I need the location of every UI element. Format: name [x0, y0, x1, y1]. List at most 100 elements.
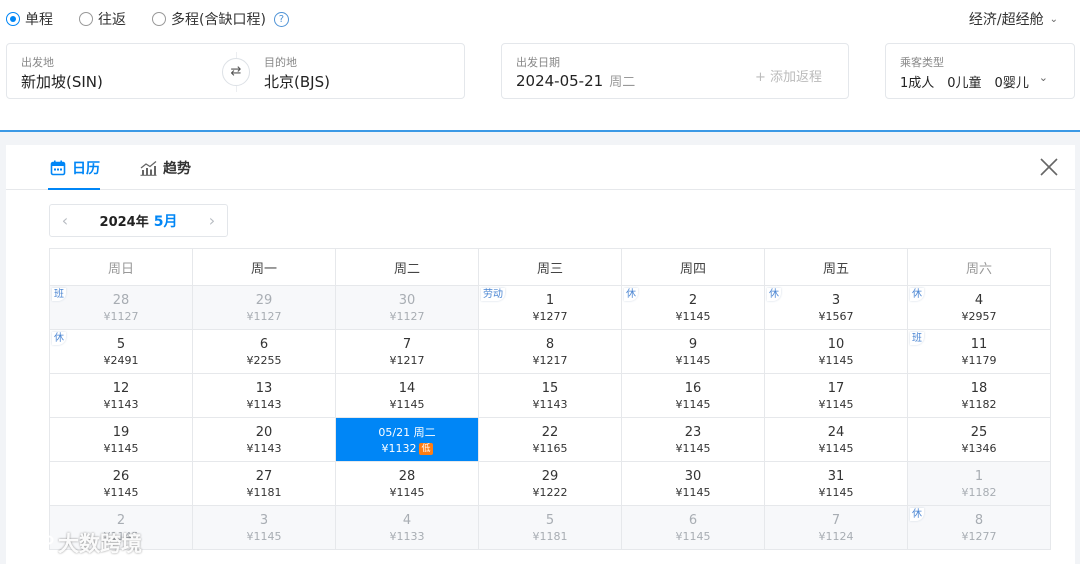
calendar-day[interactable]: 6 ¥1145 [621, 505, 765, 550]
calendar-day[interactable]: 休 2 ¥1145 [621, 285, 765, 330]
price-value: ¥2957 [961, 310, 997, 323]
calendar-day[interactable]: 4 ¥1133 [335, 505, 479, 550]
calendar-day[interactable]: 29 ¥1127 [192, 285, 336, 330]
day-number: 3 [259, 513, 269, 528]
price-value: ¥1145 [818, 442, 854, 455]
price-value: ¥2255 [246, 354, 282, 367]
calendar-day[interactable]: 7 ¥1217 [335, 329, 479, 374]
calendar-day[interactable]: 14 ¥1145 [335, 373, 479, 418]
tab-trend[interactable]: 趋势 [140, 158, 191, 178]
trip-type-multicity[interactable]: 多程(含缺口程) [152, 9, 266, 29]
add-return-button[interactable]: + 添加返程 [755, 66, 822, 85]
price-value: ¥1143 [103, 398, 139, 411]
calendar-day[interactable]: 7 ¥1124 [764, 505, 908, 550]
calendar-day[interactable]: 9 ¥1145 [621, 329, 765, 374]
from-field[interactable]: 出发地 新加坡(SIN) [7, 44, 236, 100]
price-value: ¥1127 [103, 310, 139, 323]
calendar-day[interactable]: 26 ¥1145 [49, 461, 193, 506]
calendar-day[interactable]: 30 ¥1127 [335, 285, 479, 330]
search-bar: 单程 往返 多程(含缺口程) ? 经济/超经舱 ⌄ 出发地 新加坡(SIN) 目… [0, 0, 1080, 131]
calendar-day[interactable]: 休 4 ¥2957 [907, 285, 1051, 330]
calendar-day[interactable]: 劳动 1 ¥1277 [478, 285, 622, 330]
calendar-day[interactable]: 休 3 ¥1567 [764, 285, 908, 330]
price-value: ¥1179 [961, 354, 997, 367]
tab-calendar[interactable]: 日历 [48, 158, 100, 190]
calendar-day[interactable]: 18 ¥1182 [907, 373, 1051, 418]
day-price: ¥1181 [479, 530, 621, 544]
day-price: ¥1143 [50, 398, 192, 412]
calendar-day[interactable]: 5 ¥1181 [478, 505, 622, 550]
calendar-day[interactable]: 17 ¥1145 [764, 373, 908, 418]
radio-icon [79, 12, 93, 26]
calendar-day[interactable]: 23 ¥1145 [621, 417, 765, 462]
day-price: ¥1145 [622, 442, 764, 456]
calendar-day[interactable]: 10 ¥1145 [764, 329, 908, 374]
day-number: 19 [112, 425, 130, 440]
calendar-day[interactable]: 29 ¥1222 [478, 461, 622, 506]
day-number: 5 [545, 513, 555, 528]
chevron-left-icon[interactable]: ‹ [50, 211, 80, 230]
route-field: 出发地 新加坡(SIN) 目的地 北京(BJS) ⇄ [6, 43, 465, 99]
calendar-day[interactable]: 13 ¥1143 [192, 373, 336, 418]
month-text: 5月 [153, 213, 178, 230]
price-value: ¥1222 [532, 486, 568, 499]
calendar-day[interactable]: 班 28 ¥1127 [49, 285, 193, 330]
price-value: ¥1143 [532, 398, 568, 411]
calendar-day[interactable]: 19 ¥1145 [49, 417, 193, 462]
close-icon[interactable] [1039, 157, 1059, 177]
trip-type-oneway[interactable]: 单程 [6, 9, 53, 29]
price-value: ¥1127 [389, 310, 425, 323]
calendar-day[interactable]: 22 ¥1165 [478, 417, 622, 462]
day-number: 05/21 周二 [378, 426, 436, 439]
help-icon[interactable]: ? [273, 11, 289, 27]
to-field[interactable]: 目的地 北京(BJS) [237, 44, 465, 100]
passenger-type-field[interactable]: 乘客类型 1成人 0儿童 0婴儿 ⌄ [885, 43, 1075, 99]
day-number: 3 [831, 293, 841, 308]
cabin-select[interactable]: 经济/超经舱 ⌄ [969, 9, 1058, 29]
chevron-right-icon[interactable]: › [197, 211, 227, 230]
calendar-day[interactable]: 16 ¥1145 [621, 373, 765, 418]
day-number: 4 [402, 513, 412, 528]
day-number: 7 [402, 337, 412, 352]
price-value: ¥1567 [818, 310, 854, 323]
day-number: 10 [827, 337, 845, 352]
calendar-day[interactable]: 1 ¥1182 [907, 461, 1051, 506]
passenger-label: 乘客类型 [900, 56, 944, 69]
calendar-week-row: 19 ¥1145 20 ¥1143 05/21 周二 ¥1132 低 22 ¥1165 23 ¥11… [49, 417, 1051, 462]
calendar-day[interactable]: 28 ¥1145 [335, 461, 479, 506]
calendar-day[interactable]: 休 8 ¥1277 [907, 505, 1051, 550]
calendar-day[interactable]: 休 5 ¥2491 [49, 329, 193, 374]
calendar-day[interactable]: 8 ¥1217 [478, 329, 622, 374]
calendar-day[interactable]: 班 11 ¥1179 [907, 329, 1051, 374]
day-price: ¥1145 [622, 398, 764, 412]
day-price: ¥1145 [765, 486, 907, 500]
calendar-day[interactable]: 15 ¥1143 [478, 373, 622, 418]
day-price: ¥1143 [479, 398, 621, 412]
calendar-day[interactable]: 20 ¥1143 [192, 417, 336, 462]
departure-date-field[interactable]: 出发日期 2024-05-21 周二 + 添加返程 [501, 43, 849, 99]
calendar-grid: 周日 周一 周二 周三 周四 周五 周六 班 28 ¥1127 29 ¥1127 30 ¥1… [49, 248, 1051, 550]
calendar-day[interactable]: 30 ¥1145 [621, 461, 765, 506]
calendar-day[interactable]: 25 ¥1346 [907, 417, 1051, 462]
day-price: ¥1277 [479, 310, 621, 324]
trip-type-roundtrip[interactable]: 往返 [79, 9, 126, 29]
logo-icon [8, 532, 54, 553]
calendar-day[interactable]: 6 ¥2255 [192, 329, 336, 374]
tab-label: 日历 [72, 161, 100, 177]
month-navigator: ‹ 2024年 5月 › [49, 204, 228, 237]
day-number: 17 [827, 381, 845, 396]
calendar-week-row: 2 ¥1145 3 ¥1145 4 ¥1133 5 ¥1181 6 ¥1145 7 ¥1124 休 8 ¥1… [49, 505, 1051, 550]
calendar-week-row: 班 28 ¥1127 29 ¥1127 30 ¥1127 劳动 1 ¥1277 休 2 ¥1145 休 3 ¥… [49, 285, 1051, 330]
calendar-day[interactable]: 12 ¥1143 [49, 373, 193, 418]
price-value: ¥1145 [103, 442, 139, 455]
calendar-day[interactable]: 31 ¥1145 [764, 461, 908, 506]
day-price: ¥1145 [193, 530, 335, 544]
price-value: ¥1165 [532, 442, 568, 455]
calendar-day[interactable]: 3 ¥1145 [192, 505, 336, 550]
price-value: ¥1145 [675, 354, 711, 367]
weekday-header: 周一 [192, 248, 336, 286]
calendar-day[interactable]: 27 ¥1181 [192, 461, 336, 506]
calendar-day[interactable]: 24 ¥1145 [764, 417, 908, 462]
swap-icon[interactable]: ⇄ [222, 58, 250, 86]
calendar-day-selected[interactable]: 05/21 周二 ¥1132 低 [335, 417, 479, 462]
